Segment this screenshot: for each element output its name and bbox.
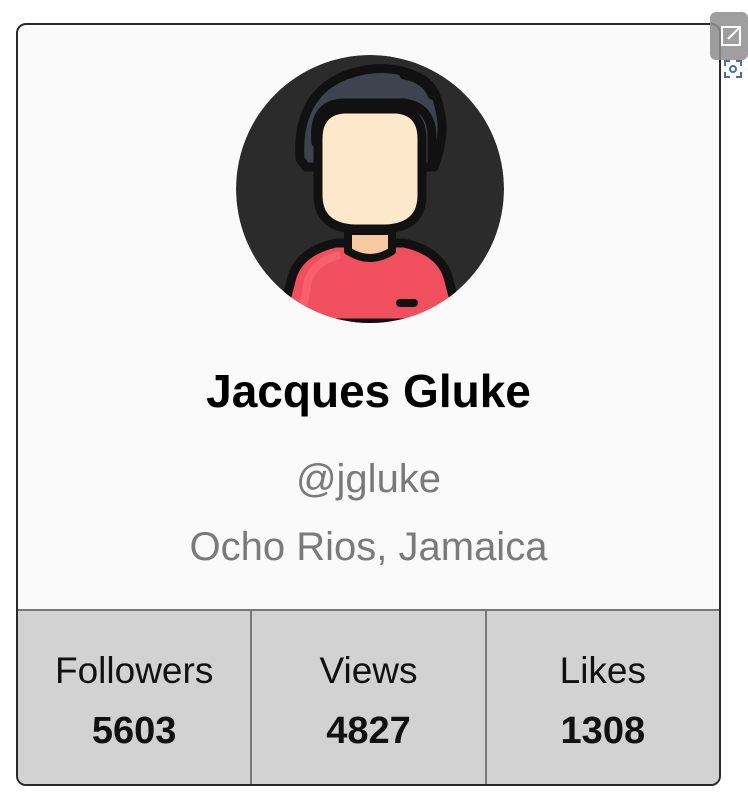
expand-icon bbox=[721, 26, 741, 46]
stat-likes: Likes 1308 bbox=[487, 611, 719, 784]
profile-location: Ocho Rios, Jamaica bbox=[189, 525, 548, 569]
stat-views: Views 4827 bbox=[252, 611, 487, 784]
focus-button[interactable] bbox=[722, 58, 744, 80]
user-avatar-icon bbox=[236, 55, 504, 323]
profile-name: Jacques Gluke bbox=[206, 365, 531, 417]
stats-bar: Followers 5603 Views 4827 Likes 1308 bbox=[18, 609, 719, 784]
expand-button[interactable] bbox=[710, 12, 748, 60]
stat-label: Likes bbox=[559, 650, 647, 691]
stat-label: Views bbox=[319, 650, 418, 691]
stat-value: 4827 bbox=[326, 710, 411, 752]
stat-value: 5603 bbox=[91, 710, 177, 752]
stat-followers: Followers 5603 bbox=[18, 611, 253, 784]
profile-card: Jacques Gluke @jgluke Ocho Rios, Jamaica… bbox=[16, 23, 721, 786]
avatar bbox=[236, 55, 504, 323]
profile-handle: @jgluke bbox=[295, 457, 442, 501]
stat-label: Followers bbox=[55, 650, 214, 691]
focus-icon bbox=[724, 60, 742, 78]
stat-value: 1308 bbox=[560, 710, 646, 752]
